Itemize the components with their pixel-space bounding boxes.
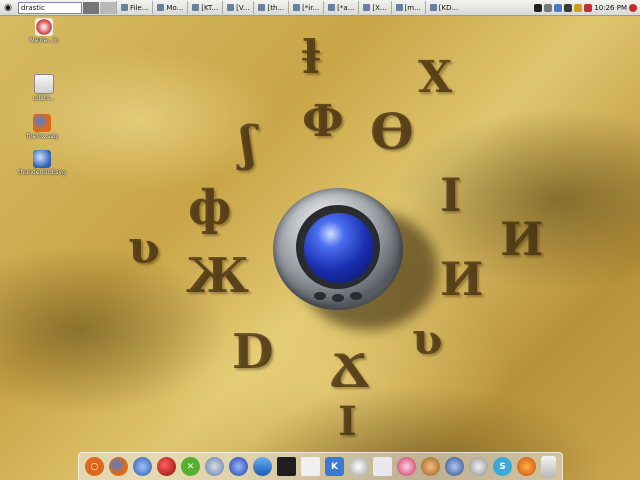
task-label: [V... xyxy=(236,3,250,12)
orb-hole xyxy=(350,292,362,300)
k-icon[interactable]: K xyxy=(325,457,344,476)
tray-alert-icon[interactable] xyxy=(584,3,593,12)
task-label: [KD... xyxy=(438,3,459,12)
desktop-icon[interactable]: firefox.svg xyxy=(22,114,62,140)
window-icon xyxy=(293,4,301,11)
antenna-icon[interactable] xyxy=(445,457,464,476)
skype-icon[interactable]: S xyxy=(493,457,512,476)
wallpaper-glyph: Ճ xyxy=(330,344,370,398)
wallpaper-glyph: I xyxy=(440,168,462,222)
taskbar-item[interactable]: [KD... xyxy=(424,1,462,14)
kmenu-icon[interactable]: ◉ xyxy=(2,2,14,14)
tray-speaker-icon[interactable] xyxy=(544,3,553,12)
disk-icon[interactable] xyxy=(469,457,488,476)
disc-icon xyxy=(35,18,53,36)
dog-icon[interactable] xyxy=(421,457,440,476)
window-icon xyxy=(328,4,336,11)
task-label: [m... xyxy=(404,3,421,12)
red-ball-icon[interactable] xyxy=(157,457,176,476)
file-icon xyxy=(34,74,54,94)
taskbar-item[interactable]: [V... xyxy=(222,1,253,14)
task-label: [*a... xyxy=(337,3,355,12)
window-icon xyxy=(157,4,165,11)
desktop-icon-label: Ld1(s... xyxy=(32,95,56,102)
tray-monitor-icon[interactable] xyxy=(564,3,573,12)
dock: ○ ✕ K S xyxy=(78,452,563,480)
task-label: [KT... xyxy=(201,3,219,12)
wallpaper-glyph: ф xyxy=(188,180,232,236)
wallpaper-glyph: ʋ xyxy=(128,220,160,274)
window-icon xyxy=(121,4,128,11)
firefox-icon[interactable] xyxy=(109,457,128,476)
window-icon xyxy=(429,4,437,11)
pager-desktop-1[interactable] xyxy=(83,1,99,14)
desktop-icon[interactable]: Ld1(s... xyxy=(24,74,64,102)
wallpaper-glyph: ʋ xyxy=(412,314,443,365)
desktop-icon[interactable]: MeTra...io xyxy=(24,18,64,44)
taskbar-item[interactable]: [X... xyxy=(358,1,390,14)
desktop-icon[interactable]: thunderbird.svg xyxy=(18,150,66,176)
desktop-icon-label: firefox.svg xyxy=(26,133,58,140)
task-label: [*ir... xyxy=(302,3,320,12)
media-icon[interactable] xyxy=(397,457,416,476)
window-icon xyxy=(227,4,235,11)
x-icon[interactable]: ✕ xyxy=(181,457,200,476)
document-icon[interactable] xyxy=(373,457,392,476)
wallpaper-glyph: Х xyxy=(418,52,453,103)
window-icon xyxy=(363,4,371,11)
wallpaper-glyph: Ж xyxy=(186,248,249,304)
eagle-icon[interactable] xyxy=(349,457,368,476)
clock[interactable]: 10:26 PM xyxy=(594,4,627,12)
water-icon[interactable] xyxy=(253,457,272,476)
tomato-icon[interactable] xyxy=(517,457,536,476)
top-panel: ◉ drastic File... Mo... [KT... [V... [th… xyxy=(0,0,640,16)
taskbar-item[interactable]: [*ir... xyxy=(288,1,323,14)
power-icon[interactable] xyxy=(629,3,637,12)
wallpaper-glyph: И xyxy=(440,252,484,306)
kde-icon[interactable] xyxy=(229,457,248,476)
desktop-icon-label: MeTra...io xyxy=(29,37,59,44)
taskbar-item[interactable]: Mo... xyxy=(152,1,187,14)
tray-battery-icon[interactable] xyxy=(574,3,583,12)
ubuntu-icon[interactable]: ○ xyxy=(85,457,104,476)
search-input[interactable]: drastic xyxy=(18,1,82,14)
wallpaper-glyph: ʃ xyxy=(240,116,256,172)
task-label: [th... xyxy=(267,3,285,12)
taskbar-item[interactable]: [th... xyxy=(253,1,288,14)
globe-icon[interactable] xyxy=(133,457,152,476)
task-label: Mo... xyxy=(166,3,184,12)
trash-icon[interactable] xyxy=(541,455,556,478)
wallpaper-glyph: I xyxy=(338,398,357,445)
window-icon xyxy=(192,4,200,11)
taskbar-item[interactable]: [KT... xyxy=(187,1,222,14)
orb-hole xyxy=(332,294,344,302)
thunderbird-icon xyxy=(33,150,51,168)
pager-desktop-2[interactable] xyxy=(100,1,116,14)
desktop-icon-label: thunderbird.svg xyxy=(18,169,66,176)
window-icon xyxy=(395,4,403,11)
orb-hole xyxy=(314,292,326,300)
wallpaper-glyph: Ѳ xyxy=(370,102,414,161)
wallpaper-glyph: Ф xyxy=(302,96,344,147)
task-label: [X... xyxy=(372,3,387,12)
terminal-icon[interactable] xyxy=(277,457,296,476)
blue-orb xyxy=(304,213,374,283)
system-tray: 10:26 PM xyxy=(534,3,640,12)
tray-app-icon[interactable] xyxy=(534,3,543,12)
taskbar-item[interactable]: File... xyxy=(116,1,152,14)
tray-network-icon[interactable] xyxy=(554,3,563,12)
desktop[interactable]: ◉ drastic File... Mo... [KT... [V... [th… xyxy=(0,0,640,480)
paper-icon[interactable] xyxy=(301,457,320,476)
wallpaper-glyph: ⱡ xyxy=(302,30,320,84)
taskbar-item[interactable]: [m... xyxy=(390,1,425,14)
taskbar-item[interactable]: [*a... xyxy=(323,1,358,14)
wallpaper-glyph: И xyxy=(500,212,544,266)
task-label: File... xyxy=(130,3,149,12)
wallpaper-glyph: D xyxy=(232,324,274,380)
window-icon xyxy=(258,4,266,11)
network-icon[interactable] xyxy=(205,457,224,476)
firefox-icon xyxy=(33,114,51,132)
